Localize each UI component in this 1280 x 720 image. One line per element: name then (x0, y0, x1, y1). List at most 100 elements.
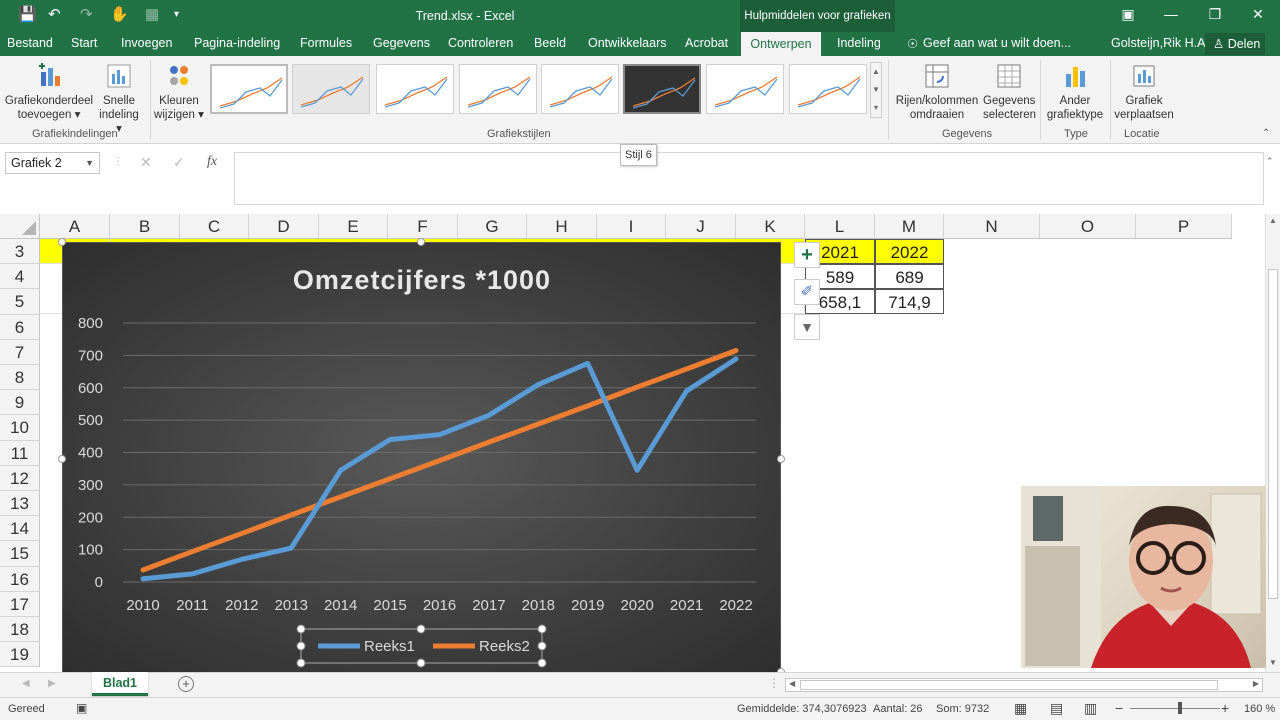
row-header-5[interactable]: 5 (0, 289, 40, 315)
restore-icon[interactable]: ❐ (1200, 6, 1230, 23)
row-header-12[interactable]: 12 (0, 465, 40, 491)
scroll-right-icon[interactable]: ▶ (1253, 679, 1259, 688)
page-layout-icon[interactable]: ▤ (1050, 700, 1063, 717)
fx-icon[interactable]: fx (207, 154, 217, 170)
tab-beeld[interactable]: Beeld (534, 36, 566, 50)
change-chart-type-button[interactable]: Ander grafiektype (1044, 62, 1106, 122)
column-header-j[interactable]: J (666, 214, 736, 239)
collapse-ribbon-icon[interactable]: ⌃ (1262, 128, 1270, 139)
change-colors-button[interactable]: Kleuren wijzigen ▾ (153, 62, 205, 122)
normal-view-icon[interactable]: ▦ (1014, 700, 1027, 717)
row-header-4[interactable]: 4 (0, 264, 40, 290)
tab-controleren[interactable]: Controleren (448, 36, 513, 50)
scroll-up-icon[interactable]: ▲ (1269, 216, 1277, 225)
column-header-c[interactable]: C (180, 214, 249, 239)
select-all-corner[interactable] (0, 214, 40, 239)
row-header-14[interactable]: 14 (0, 516, 40, 542)
sheet-tab-blad1[interactable]: Blad1 (92, 672, 148, 696)
zoom-slider[interactable] (1130, 708, 1220, 709)
macro-record-icon[interactable]: ▣ (76, 701, 87, 715)
column-header-n[interactable]: N (944, 214, 1040, 239)
chart-area[interactable]: Omzetcijfers *1000 0 100 200 300 400 500 600 700… (62, 242, 781, 673)
chart-resize-handle[interactable] (58, 238, 66, 246)
close-icon[interactable]: ✕ (1243, 6, 1273, 23)
switch-row-column-button[interactable]: Rijen/kolommen omdraaien (893, 62, 981, 122)
chart-filters-button[interactable]: ▼ (794, 314, 820, 340)
vertical-scroll-thumb[interactable] (1268, 269, 1278, 599)
chart-style-thumb-3[interactable] (376, 64, 454, 114)
column-header-f[interactable]: F (388, 214, 458, 239)
column-header-g[interactable]: G (458, 214, 527, 239)
minimize-icon[interactable]: — (1156, 6, 1186, 22)
row-header-11[interactable]: 11 (0, 440, 40, 466)
zoom-level[interactable]: 160 % (1244, 703, 1275, 715)
tab-ontwikkelaars[interactable]: Ontwikkelaars (588, 36, 667, 50)
chart-resize-handle[interactable] (58, 455, 66, 463)
column-header-p[interactable]: P (1136, 214, 1232, 239)
row-header-15[interactable]: 15 (0, 541, 40, 567)
scroll-down-icon[interactable]: ▼ (1269, 658, 1277, 667)
cell-m5[interactable]: 714,9 (875, 289, 944, 315)
row-header-10[interactable]: 10 (0, 415, 40, 441)
tab-indeling[interactable]: Indeling (837, 36, 881, 50)
next-sheet-icon[interactable]: ▶ (48, 678, 56, 689)
formula-input[interactable] (234, 152, 1264, 205)
chart-elements-button[interactable]: + (794, 242, 820, 268)
row-header-9[interactable]: 9 (0, 390, 40, 416)
chart-resize-handle[interactable] (777, 455, 785, 463)
row-header-6[interactable]: 6 (0, 314, 40, 340)
scroll-left-icon[interactable]: ◀ (789, 679, 795, 688)
column-header-h[interactable]: H (527, 214, 597, 239)
chevron-down-icon[interactable]: ▼ (85, 153, 94, 173)
tab-ontwerpen[interactable]: Ontwerpen (741, 32, 821, 56)
expand-formula-icon[interactable]: ⌃ (1266, 156, 1274, 167)
column-header-b[interactable]: B (110, 214, 180, 239)
ribbon-display-icon[interactable]: ▣ (1113, 6, 1143, 23)
tab-formules[interactable]: Formules (300, 36, 352, 50)
page-break-icon[interactable]: ▥ (1084, 700, 1097, 717)
chart-style-thumb-1[interactable] (210, 64, 288, 114)
chart-style-thumb-5[interactable] (541, 64, 619, 114)
chart-resize-handle[interactable] (417, 238, 425, 246)
column-header-a[interactable]: A (40, 214, 110, 239)
column-header-i[interactable]: I (597, 214, 666, 239)
confirm-icon[interactable]: ✓ (173, 154, 185, 171)
chart-style-thumb-8[interactable] (789, 64, 867, 114)
quick-layout-button[interactable]: Snelle indeling ▾ (97, 62, 141, 136)
row-header-16[interactable]: 16 (0, 566, 40, 592)
column-header-o[interactable]: O (1040, 214, 1136, 239)
select-data-button[interactable]: Gegevens selecteren (983, 62, 1036, 122)
horizontal-scrollbar[interactable]: ◀ ▶ (785, 678, 1263, 692)
chart-style-thumb-2[interactable] (292, 64, 370, 114)
row-header-3[interactable]: 3 (0, 239, 40, 265)
add-sheet-icon[interactable]: + (178, 676, 194, 692)
vertical-scrollbar[interactable]: ▲ ▼ (1265, 214, 1280, 672)
gallery-scroll[interactable]: ▲ ▼ ▾ (870, 62, 882, 118)
cancel-icon[interactable]: ✕ (140, 154, 152, 171)
tab-bestand[interactable]: Bestand (7, 36, 53, 50)
row-header-13[interactable]: 13 (0, 491, 40, 517)
prev-sheet-icon[interactable]: ◀ (22, 678, 30, 689)
tab-gegevens[interactable]: Gegevens (373, 36, 430, 50)
zoom-out-icon[interactable]: − (1115, 700, 1123, 716)
share-button[interactable]: ♙ Delen (1205, 33, 1265, 55)
move-chart-button[interactable]: Grafiek verplaatsen (1113, 62, 1175, 122)
tell-me-box[interactable]: Geef aan wat u wilt doen... (923, 36, 1071, 50)
row-header-17[interactable]: 17 (0, 591, 40, 617)
horizontal-scroll-thumb[interactable] (800, 680, 1218, 690)
row-header-18[interactable]: 18 (0, 617, 40, 643)
add-chart-element-button[interactable]: Grafiekonderdeel toevoegen ▾ (4, 62, 94, 122)
tab-pagina-indeling[interactable]: Pagina-indeling (194, 36, 280, 50)
chart-style-thumb-7[interactable] (706, 64, 784, 114)
column-header-m[interactable]: M (875, 214, 944, 239)
row-header-7[interactable]: 7 (0, 339, 40, 365)
tab-invoegen[interactable]: Invoegen (121, 36, 172, 50)
column-header-l[interactable]: L (805, 214, 875, 239)
zoom-in-icon[interactable]: + (1221, 700, 1229, 716)
cell-m4[interactable]: 689 (875, 264, 944, 290)
row-header-8[interactable]: 8 (0, 365, 40, 391)
chart-style-thumb-4[interactable] (459, 64, 537, 114)
zoom-slider-thumb[interactable] (1178, 702, 1182, 714)
column-header-k[interactable]: K (736, 214, 805, 239)
tab-acrobat[interactable]: Acrobat (685, 36, 728, 50)
